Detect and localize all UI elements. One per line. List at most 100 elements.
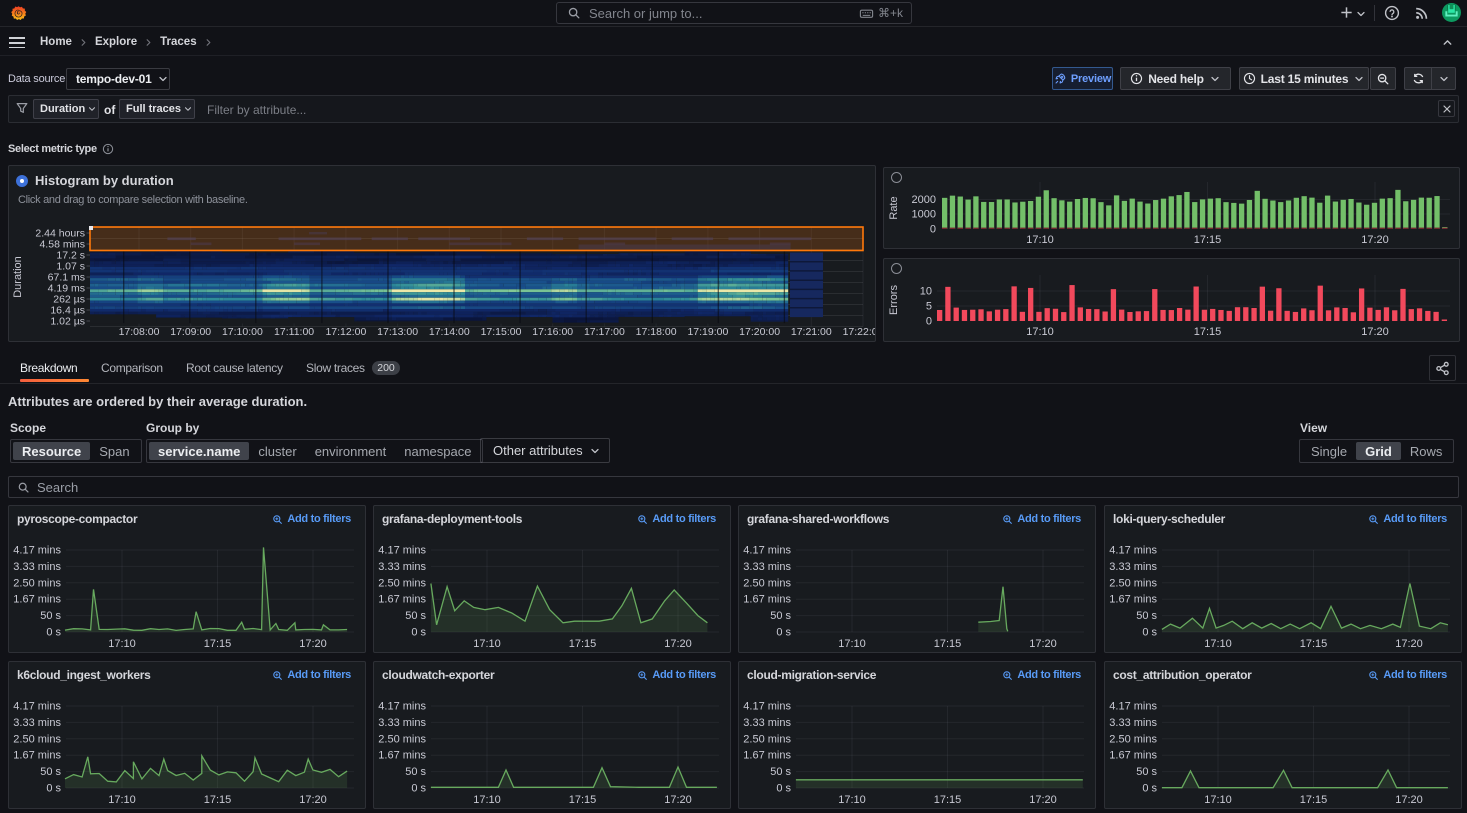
svg-text:17:19:00: 17:19:00 bbox=[687, 326, 728, 338]
svg-text:4.17 mins: 4.17 mins bbox=[378, 545, 426, 557]
svg-text:2.50 mins: 2.50 mins bbox=[743, 577, 791, 589]
svg-text:2.50 mins: 2.50 mins bbox=[378, 577, 426, 589]
svg-text:2.50 mins: 2.50 mins bbox=[1109, 577, 1157, 589]
svg-text:17:20: 17:20 bbox=[1361, 234, 1389, 246]
svg-text:1.67 mins: 1.67 mins bbox=[378, 750, 426, 762]
svg-text:4.17 mins: 4.17 mins bbox=[743, 701, 791, 713]
svg-text:17:20: 17:20 bbox=[1361, 326, 1389, 338]
svg-text:3.33 mins: 3.33 mins bbox=[378, 717, 426, 729]
svg-text:17:15: 17:15 bbox=[934, 638, 962, 650]
svg-text:17:20: 17:20 bbox=[299, 638, 327, 650]
svg-text:4.17 mins: 4.17 mins bbox=[378, 701, 426, 713]
svg-text:50 s: 50 s bbox=[1136, 610, 1157, 622]
svg-text:17:20: 17:20 bbox=[299, 794, 327, 806]
svg-text:17:15: 17:15 bbox=[1300, 794, 1328, 806]
svg-text:17:20: 17:20 bbox=[1395, 638, 1423, 650]
svg-text:17:10: 17:10 bbox=[473, 794, 501, 806]
svg-text:1.67 mins: 1.67 mins bbox=[13, 594, 61, 606]
svg-text:2.50 mins: 2.50 mins bbox=[13, 577, 61, 589]
svg-text:17:22:00: 17:22:00 bbox=[843, 326, 875, 338]
svg-text:1.02 µs: 1.02 µs bbox=[50, 316, 85, 328]
svg-text:1.67 mins: 1.67 mins bbox=[1109, 750, 1157, 762]
svg-text:Duration: Duration bbox=[12, 256, 24, 298]
svg-text:17:21:00: 17:21:00 bbox=[791, 326, 832, 338]
svg-text:1.67 mins: 1.67 mins bbox=[743, 594, 791, 606]
svg-text:0: 0 bbox=[926, 316, 932, 328]
svg-text:17:10: 17:10 bbox=[108, 638, 136, 650]
svg-text:0 s: 0 s bbox=[776, 783, 791, 795]
svg-text:0 s: 0 s bbox=[411, 627, 426, 639]
svg-text:17:10: 17:10 bbox=[1204, 638, 1232, 650]
svg-text:3.33 mins: 3.33 mins bbox=[1109, 561, 1157, 573]
svg-text:17:10: 17:10 bbox=[1026, 326, 1054, 338]
svg-text:17:14:00: 17:14:00 bbox=[429, 326, 470, 338]
svg-text:17:10: 17:10 bbox=[1026, 234, 1054, 246]
svg-text:2.50 mins: 2.50 mins bbox=[378, 733, 426, 745]
svg-text:1.67 mins: 1.67 mins bbox=[1109, 594, 1157, 606]
svg-text:0 s: 0 s bbox=[1142, 783, 1157, 795]
svg-text:3.33 mins: 3.33 mins bbox=[743, 561, 791, 573]
svg-text:17:15: 17:15 bbox=[934, 794, 962, 806]
svg-text:17:16:00: 17:16:00 bbox=[532, 326, 573, 338]
svg-text:1.67 mins: 1.67 mins bbox=[743, 750, 791, 762]
svg-text:0 s: 0 s bbox=[46, 627, 61, 639]
svg-text:17:15: 17:15 bbox=[569, 794, 597, 806]
svg-text:4.17 mins: 4.17 mins bbox=[1109, 701, 1157, 713]
svg-text:17:20: 17:20 bbox=[1395, 794, 1423, 806]
svg-text:17:20: 17:20 bbox=[1029, 638, 1057, 650]
svg-text:17:10: 17:10 bbox=[838, 794, 866, 806]
svg-text:17:20: 17:20 bbox=[664, 794, 692, 806]
svg-text:17:20: 17:20 bbox=[664, 638, 692, 650]
svg-text:17:20: 17:20 bbox=[1029, 794, 1057, 806]
svg-text:50 s: 50 s bbox=[1136, 766, 1157, 778]
svg-text:50 s: 50 s bbox=[40, 610, 61, 622]
svg-text:17:10: 17:10 bbox=[108, 794, 136, 806]
svg-text:4.17 mins: 4.17 mins bbox=[13, 545, 61, 557]
svg-text:17:10:00: 17:10:00 bbox=[222, 326, 263, 338]
svg-text:4.17 mins: 4.17 mins bbox=[13, 701, 61, 713]
svg-text:17:15: 17:15 bbox=[1300, 638, 1328, 650]
svg-text:0 s: 0 s bbox=[46, 783, 61, 795]
svg-text:17:08:00: 17:08:00 bbox=[119, 326, 160, 338]
svg-text:Errors: Errors bbox=[888, 285, 900, 315]
svg-text:17:15: 17:15 bbox=[204, 638, 232, 650]
svg-text:17:12:00: 17:12:00 bbox=[325, 326, 366, 338]
svg-text:2000: 2000 bbox=[912, 194, 936, 206]
svg-text:0 s: 0 s bbox=[776, 627, 791, 639]
svg-text:3.33 mins: 3.33 mins bbox=[13, 561, 61, 573]
svg-text:1000: 1000 bbox=[912, 209, 936, 221]
svg-text:2.50 mins: 2.50 mins bbox=[743, 733, 791, 745]
svg-text:17:20:00: 17:20:00 bbox=[739, 326, 780, 338]
svg-text:3.33 mins: 3.33 mins bbox=[13, 717, 61, 729]
svg-text:3.33 mins: 3.33 mins bbox=[743, 717, 791, 729]
svg-text:17:18:00: 17:18:00 bbox=[636, 326, 677, 338]
svg-text:1.67 mins: 1.67 mins bbox=[378, 594, 426, 606]
svg-text:17:15:00: 17:15:00 bbox=[481, 326, 522, 338]
svg-text:17:15: 17:15 bbox=[1194, 326, 1222, 338]
svg-text:10: 10 bbox=[920, 286, 932, 298]
svg-text:50 s: 50 s bbox=[405, 610, 426, 622]
svg-text:17:13:00: 17:13:00 bbox=[377, 326, 418, 338]
svg-text:4.17 mins: 4.17 mins bbox=[1109, 545, 1157, 557]
svg-text:17:10: 17:10 bbox=[473, 638, 501, 650]
svg-text:17:17:00: 17:17:00 bbox=[584, 326, 625, 338]
svg-text:17:15: 17:15 bbox=[204, 794, 232, 806]
svg-text:50 s: 50 s bbox=[405, 766, 426, 778]
svg-text:3.33 mins: 3.33 mins bbox=[378, 561, 426, 573]
svg-text:17:15: 17:15 bbox=[569, 638, 597, 650]
svg-text:17:15: 17:15 bbox=[1194, 234, 1222, 246]
svg-text:1.67 mins: 1.67 mins bbox=[13, 750, 61, 762]
svg-text:Rate: Rate bbox=[888, 196, 900, 219]
svg-text:17:09:00: 17:09:00 bbox=[170, 326, 211, 338]
svg-text:2.50 mins: 2.50 mins bbox=[13, 733, 61, 745]
svg-text:50 s: 50 s bbox=[40, 766, 61, 778]
svg-text:4.17 mins: 4.17 mins bbox=[743, 545, 791, 557]
svg-text:17:11:00: 17:11:00 bbox=[274, 326, 314, 338]
svg-text:2.50 mins: 2.50 mins bbox=[1109, 733, 1157, 745]
svg-text:17:10: 17:10 bbox=[838, 638, 866, 650]
svg-text:0: 0 bbox=[930, 224, 936, 236]
svg-text:50 s: 50 s bbox=[770, 766, 791, 778]
svg-text:5: 5 bbox=[926, 301, 932, 313]
svg-text:50 s: 50 s bbox=[770, 610, 791, 622]
svg-text:0 s: 0 s bbox=[411, 783, 426, 795]
